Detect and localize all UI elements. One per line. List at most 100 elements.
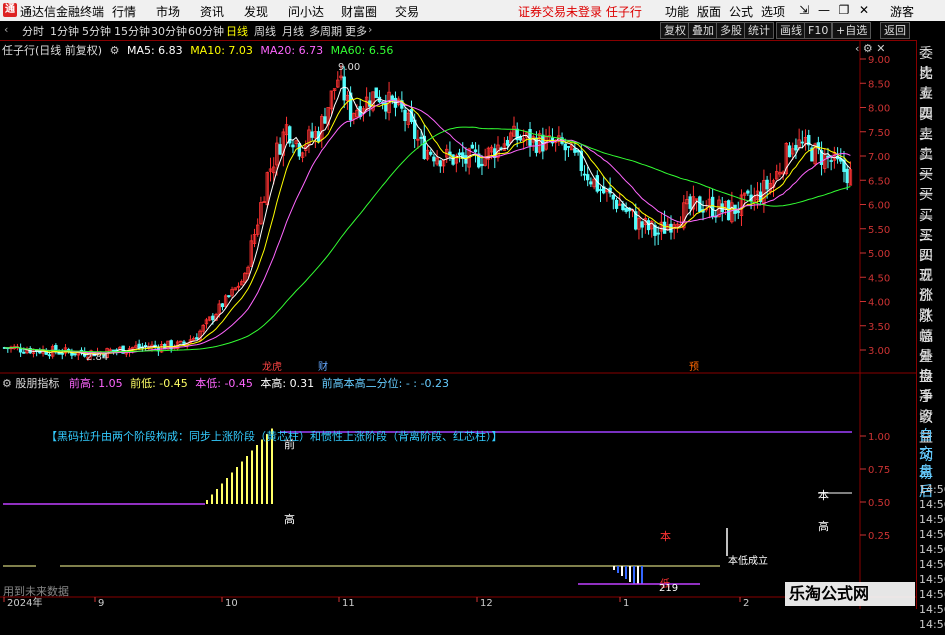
menu-item-wealth[interactable]: 财富圈 (341, 3, 377, 20)
indicator-name[interactable]: 股朋指标 (15, 377, 59, 390)
app-logo-icon: 通 (3, 3, 17, 17)
candle-body (291, 144, 295, 148)
candle-body (624, 208, 628, 212)
menu-item-layout[interactable]: 版面 (697, 3, 721, 20)
date-label: 1 (623, 598, 629, 609)
label-gao2: 高 (818, 519, 829, 533)
adjust-button[interactable]: 复权 (660, 22, 690, 39)
add-watchlist-button[interactable]: +自选 (832, 22, 872, 39)
indicator-settings-icon[interactable]: ⚙ (2, 377, 12, 390)
tab-1min[interactable]: 1分钟 (50, 23, 79, 39)
low-price-label: 2.84 (86, 352, 108, 363)
candle-body (432, 156, 436, 162)
stats-button[interactable]: 统计 (744, 22, 774, 39)
date-label: 2 (743, 598, 749, 609)
candle-body (736, 210, 740, 213)
indicator-cur-low: 本低: -0.45 (195, 377, 253, 390)
candle-body (22, 351, 26, 354)
candle-body (342, 76, 346, 101)
close-icon[interactable]: ✕ (856, 1, 872, 19)
price-tick-label: 4.00 (868, 298, 890, 309)
candle-body (598, 189, 603, 191)
multi-stock-button[interactable]: 多股 (716, 22, 746, 39)
tab-intraday[interactable]: 分时 (22, 23, 44, 39)
candle-body (800, 141, 805, 144)
menu-bar: 通 通达信金融终端 行情 市场 资讯 发现 问小达 财富圈 交易 证券交易未登录… (0, 0, 945, 21)
draw-line-button[interactable]: 画线 (776, 22, 806, 39)
candle-body (374, 87, 378, 99)
ma5-value: MA5: 6.83 (126, 44, 183, 57)
ma20-line (4, 99, 851, 354)
price-tick-label: 9.00 (868, 55, 890, 66)
candle-body (528, 129, 532, 146)
login-warning[interactable]: 证券交易未登录 任子行 (518, 3, 642, 20)
close-panel-icon[interactable]: ✕ (876, 42, 885, 55)
candle-body (60, 352, 64, 355)
overlay-button[interactable]: 叠加 (688, 22, 718, 39)
tab-weekly[interactable]: 周线 (254, 23, 276, 39)
candle-body (429, 151, 433, 155)
candle-body (566, 146, 571, 148)
stock-name[interactable]: 任子行(日线 前复权) (2, 44, 102, 57)
candle-body (111, 349, 116, 352)
candle-body (220, 303, 225, 308)
menu-item-discover[interactable]: 发现 (244, 3, 268, 20)
menu-item-market[interactable]: 市场 (156, 3, 180, 20)
tab-60min[interactable]: 60分钟 (188, 23, 224, 39)
menu-item-function[interactable]: 功能 (665, 3, 689, 20)
price-tick-label: 8.50 (868, 79, 890, 90)
back-button[interactable]: 返回 (880, 22, 910, 39)
candle-body (419, 136, 423, 139)
candle-body (143, 345, 148, 347)
kline-chart[interactable]: 9.00 8.50 8.00 7.50 7.00 6.50 6.00 5.50 5.00 4.50… (0, 40, 916, 609)
indicator-tick-label: 1.00 (868, 432, 890, 443)
chevron-right-icon[interactable]: › (368, 23, 372, 36)
tab-monthly[interactable]: 月线 (282, 23, 304, 39)
tab-30min[interactable]: 30分钟 (151, 23, 187, 39)
price-tick-label: 4.50 (868, 273, 890, 284)
label-ben-red: 本 (660, 529, 671, 543)
price-tick-label: 6.50 (868, 176, 890, 187)
collapse-icon[interactable]: ‹ (855, 42, 859, 55)
date-label: 9 (98, 598, 104, 609)
candle-body (310, 131, 314, 138)
candle-body (470, 144, 475, 149)
menu-item-ask[interactable]: 问小达 (288, 3, 324, 20)
candle-body (137, 343, 141, 349)
menu-item-options[interactable]: 选项 (761, 3, 785, 20)
tab-more[interactable]: 更多 (345, 23, 367, 39)
menu-item-trade[interactable]: 交易 (395, 3, 419, 20)
candle-body (278, 144, 282, 155)
tab-multi-period[interactable]: 多周期 (309, 23, 342, 39)
menu-item-news[interactable]: 资讯 (200, 3, 224, 20)
menu-item-formula[interactable]: 公式 (729, 3, 753, 20)
chart-info-bar: 任子行(日线 前复权) ⚙ MA5: 6.83 MA10: 7.03 MA20:… (2, 42, 397, 58)
indicator-cur-high: 本高: 0.31 (260, 377, 315, 390)
f10-button[interactable]: F10 (804, 22, 833, 39)
candle-body (227, 295, 231, 298)
candle-body (57, 352, 61, 355)
candle-body (563, 143, 567, 151)
watermark-title: 乐淘公式网 (789, 584, 869, 603)
restore-icon[interactable]: ❐ (836, 1, 852, 19)
tab-daily[interactable]: 日线 (226, 23, 248, 39)
price-tick-label: 7.00 (868, 152, 890, 163)
high-price-label: 9.00 (338, 62, 360, 73)
ma10-value: MA10: 7.03 (190, 44, 253, 57)
settings-icon[interactable]: ⚙ (863, 42, 873, 55)
price-tick-label: 5.50 (868, 225, 890, 236)
date-label: 12 (480, 598, 493, 609)
price-tick-label: 3.00 (868, 346, 890, 357)
candle-body (582, 173, 587, 176)
minimize-icon[interactable]: — (816, 1, 832, 19)
scroll-left-icon[interactable]: ‹ (4, 23, 8, 36)
event-marker: 财 (318, 360, 328, 373)
guest-user[interactable]: 游客 (890, 3, 914, 20)
menu-item-quotes[interactable]: 行情 (112, 3, 136, 20)
candle-body (787, 145, 792, 158)
expand-icon[interactable]: ⇲ (796, 1, 812, 19)
indicator-median: 前高本高二分位: - : -0.23 (321, 377, 449, 390)
tab-5min[interactable]: 5分钟 (82, 23, 111, 39)
quote-side-panel: 委比 卖五 卖四 卖三 卖二 卖一 买一 买二 买三 买四 买五 现价 涨跌 涨幅 总量 外盘 换手 净资 收益 自动… (916, 40, 945, 631)
tab-15min[interactable]: 15分钟 (114, 23, 150, 39)
